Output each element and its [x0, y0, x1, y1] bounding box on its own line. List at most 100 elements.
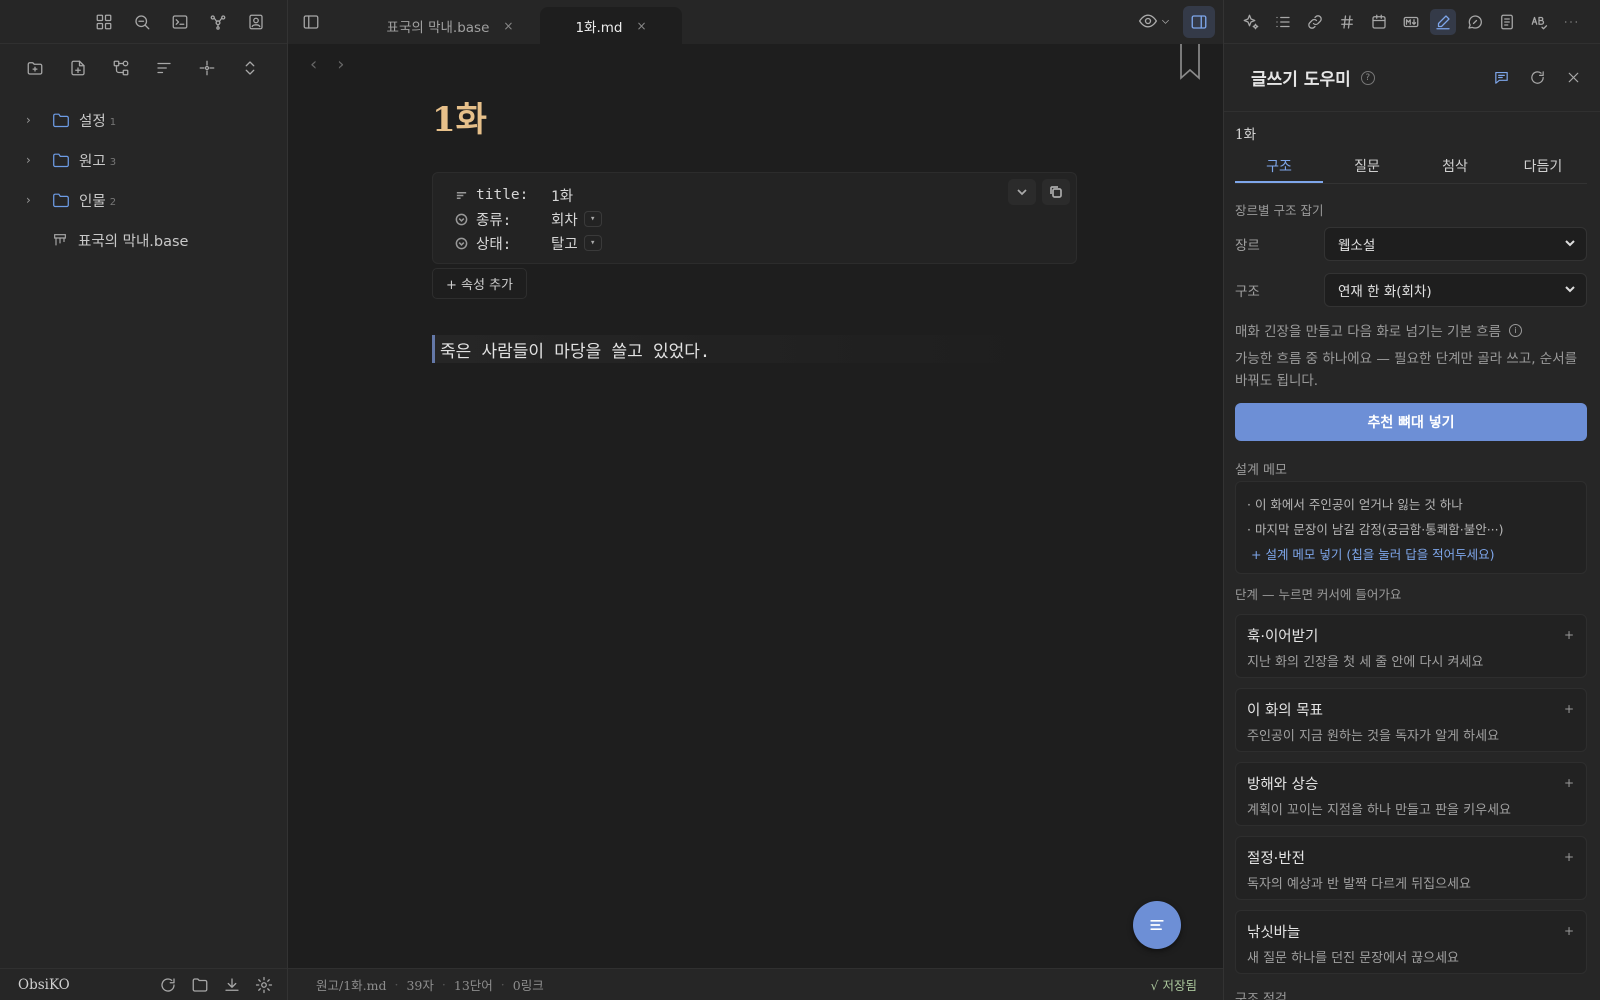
property-row[interactable]: title: 1화 — [455, 183, 1076, 207]
tab-current-note[interactable]: 1화.md × — [540, 7, 682, 44]
tab-bar: 표국의 막내.base × 1화.md × — [288, 0, 1223, 44]
text-lines-icon — [455, 189, 468, 202]
base-table-icon — [52, 232, 68, 248]
back-arrow-icon[interactable]: ‹ — [310, 54, 317, 75]
step-card[interactable]: 절정·반전 독자의 예상과 반 발짝 다르게 뒤집으세요 + — [1235, 836, 1587, 900]
step-desc: 새 질문 하나를 던진 문장에서 끊으세요 — [1247, 951, 1460, 966]
folder-icon — [52, 192, 70, 208]
property-dropdown[interactable]: ▾ — [583, 235, 602, 251]
new-note-icon[interactable] — [65, 55, 91, 81]
help-icon[interactable]: ? — [1360, 70, 1375, 85]
gear-icon[interactable] — [251, 972, 277, 998]
status-chars: 39자 — [406, 978, 434, 993]
tab-structure[interactable]: 구조 — [1235, 154, 1323, 183]
right-sidebar-toggle-icon[interactable] — [1183, 6, 1215, 38]
calendar-icon[interactable] — [1366, 9, 1392, 35]
note-body-line[interactable]: 죽은 사람들이 마당을 쓸고 있었다. — [432, 335, 1077, 363]
new-folder-icon[interactable] — [22, 55, 48, 81]
close-icon[interactable]: × — [636, 19, 646, 33]
chat-bubble-icon[interactable] — [1462, 9, 1488, 35]
forward-arrow-icon[interactable]: › — [337, 54, 344, 75]
graph-icon[interactable] — [205, 9, 231, 35]
step-desc: 지난 화의 긴장을 첫 세 줄 안에 다시 켜세요 — [1247, 655, 1484, 670]
properties-panel: title: 1화 종류: 회차 ▾ 상태: 탈고 ▾ — [432, 172, 1077, 264]
vault-footer: ObsiKO — [0, 968, 287, 1000]
vault-actions — [155, 972, 287, 998]
property-dropdown[interactable]: ▾ — [583, 211, 602, 227]
step-desc: 주인공이 지금 원하는 것을 독자가 알게 하세요 — [1247, 729, 1500, 744]
step-title: 절정·반전 — [1247, 851, 1305, 867]
info-icon[interactable]: i — [1509, 323, 1523, 337]
tree-file-base[interactable]: 표국의 막내.base — [0, 220, 287, 260]
plus-icon[interactable]: + — [1564, 850, 1574, 864]
comment-icon[interactable] — [1488, 65, 1514, 91]
property-value[interactable]: 탈고 — [551, 233, 578, 254]
list-icon[interactable] — [1270, 9, 1296, 35]
more-icon[interactable] — [1558, 9, 1584, 35]
plus-icon[interactable]: + — [1564, 924, 1574, 938]
view-mode-toggle[interactable] — [1138, 11, 1171, 31]
vault-name[interactable]: ObsiKO — [18, 977, 155, 993]
bookmark-icon[interactable] — [1179, 44, 1201, 80]
tree-folder-manuscript[interactable]: › 원고 3 — [0, 140, 287, 180]
plus-icon[interactable]: + — [1564, 628, 1574, 642]
search-icon[interactable] — [129, 9, 155, 35]
step-card[interactable]: 이 화의 목표 주인공이 지금 원하는 것을 독자가 알게 하세요 + — [1235, 688, 1587, 752]
collapse-properties-icon[interactable] — [1008, 179, 1036, 205]
folder-count: 3 — [109, 156, 117, 168]
document-icon[interactable] — [1494, 9, 1520, 35]
structure-select[interactable]: 연재 한 화(회차) — [1324, 273, 1587, 307]
genre-select[interactable]: 웹소설 — [1324, 227, 1587, 261]
dashboard-icon[interactable] — [91, 9, 117, 35]
sort-icon[interactable] — [151, 55, 177, 81]
tree-folder-settings[interactable]: › 설정 1 — [0, 100, 287, 140]
link-icon[interactable] — [1302, 9, 1328, 35]
structure-value: 연재 한 화(회차) — [1338, 284, 1432, 300]
sync-icon[interactable] — [155, 972, 181, 998]
writing-menu-fab[interactable] — [1133, 901, 1181, 949]
hashtag-icon[interactable] — [1334, 9, 1360, 35]
tab-label: 1화.md — [575, 19, 623, 36]
tree-folder-characters[interactable]: › 인물 2 — [0, 180, 287, 220]
pen-write-icon[interactable] — [1430, 8, 1456, 35]
step-card[interactable]: 낚싯바늘 새 질문 하나를 던진 문장에서 끊으세요 + — [1235, 910, 1587, 974]
property-row[interactable]: 상태: 탈고 ▾ — [455, 231, 1076, 255]
tab-polish[interactable]: 다듬기 — [1499, 154, 1587, 183]
tab-base-file[interactable]: 표국의 막내.base × — [350, 7, 550, 44]
app-window: › 설정 1 › 원고 3 › 인물 2 표국의 막내.base ObsiKO … — [0, 0, 1600, 1000]
chevron-down-icon — [1564, 283, 1576, 295]
steps-label: 단계 — 누르면 커서에 들어가요 — [1235, 587, 1402, 602]
property-key: title: — [476, 187, 529, 203]
tab-questions[interactable]: 질문 — [1323, 154, 1411, 183]
step-card[interactable]: 훅·이어받기 지난 화의 긴장을 첫 세 줄 안에 다시 켜세요 + — [1235, 614, 1587, 678]
locate-icon[interactable] — [194, 55, 220, 81]
copy-icon[interactable] — [1042, 179, 1070, 205]
step-card[interactable]: 방해와 상승 계획이 꼬이는 지점을 하나 만들고 판을 키우세요 + — [1235, 762, 1587, 826]
contact-card-icon[interactable] — [243, 9, 269, 35]
markdown-icon[interactable] — [1398, 9, 1424, 35]
property-value[interactable]: 1화 — [551, 185, 573, 206]
terminal-icon[interactable] — [167, 9, 193, 35]
plus-icon[interactable]: + — [1564, 702, 1574, 716]
close-icon[interactable]: × — [503, 19, 513, 33]
folder-count: 1 — [109, 116, 117, 128]
writing-assistant-panel: 글쓰기 도우미 ? 1화 구조 질문 첨삭 다듬기 장르별 구조 잡기 장르 웹… — [1223, 0, 1600, 1000]
left-sidebar-toggle-icon[interactable] — [298, 9, 324, 35]
expand-collapse-icon[interactable] — [237, 55, 263, 81]
add-property-button[interactable]: + 속성 추가 — [432, 268, 527, 299]
left-ribbon — [0, 0, 287, 44]
close-icon[interactable] — [1560, 65, 1586, 91]
refresh-icon[interactable] — [1524, 65, 1550, 91]
download-icon[interactable] — [219, 972, 245, 998]
note-title[interactable]: 1화 — [432, 92, 1077, 148]
plus-icon[interactable]: + — [1564, 776, 1574, 790]
add-memo-link[interactable]: + 설계 메모 넣기 (칩을 눌러 답을 적어두세요) — [1247, 542, 1576, 567]
property-value[interactable]: 회차 — [551, 209, 578, 230]
sparkle-icon[interactable] — [1238, 9, 1264, 35]
canvas-icon[interactable] — [108, 55, 134, 81]
folder-open-icon[interactable] — [187, 972, 213, 998]
tab-critique[interactable]: 첨삭 — [1411, 154, 1499, 183]
property-row[interactable]: 종류: 회차 ▾ — [455, 207, 1076, 231]
spellcheck-icon[interactable] — [1526, 9, 1552, 35]
insert-skeleton-button[interactable]: 추천 뼈대 넣기 — [1235, 403, 1587, 441]
